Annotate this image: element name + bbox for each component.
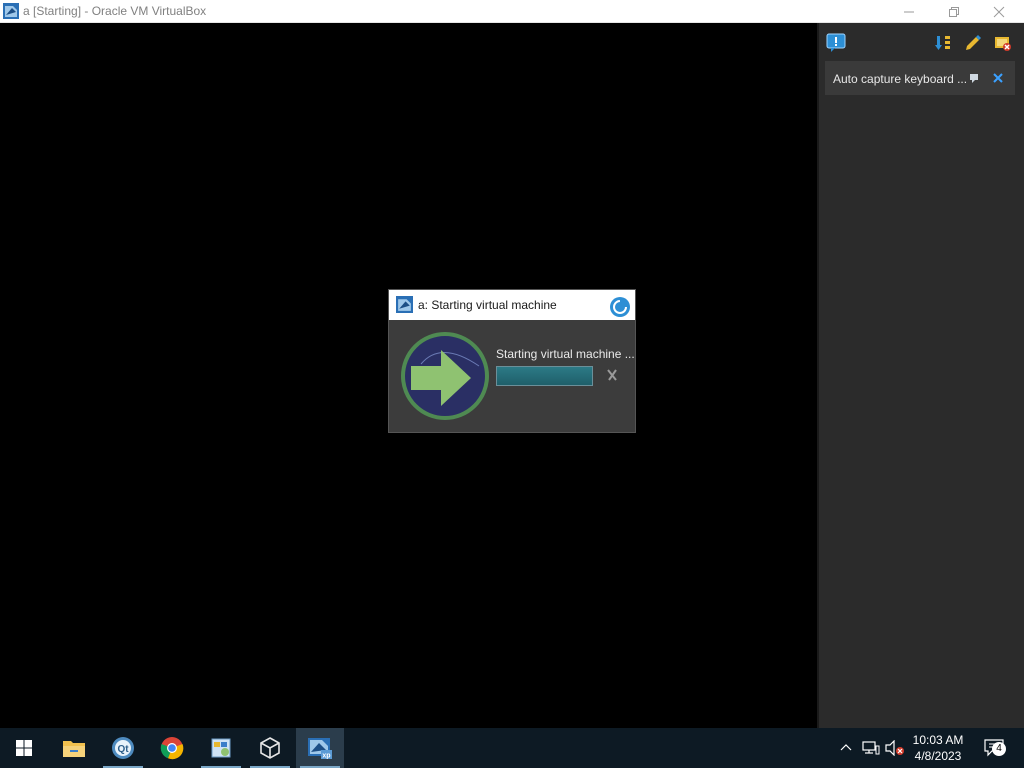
help-icon xyxy=(970,74,978,83)
dialog-titlebar: a: Starting virtual machine xyxy=(389,290,635,320)
clock-date: 4/8/2023 xyxy=(914,749,962,763)
taskbar-file-explorer[interactable] xyxy=(50,728,98,768)
restore-button[interactable] xyxy=(931,0,977,23)
notification-help-button[interactable] xyxy=(968,71,982,85)
virtualbox-vm-icon xyxy=(3,3,19,19)
restore-icon xyxy=(949,6,959,17)
progress-fill xyxy=(497,367,592,385)
virtualbox-vm-icon xyxy=(396,296,413,313)
taskbar-vm-window[interactable]: xp xyxy=(296,728,344,768)
taskbar-paint-app[interactable] xyxy=(197,728,245,768)
virtualbox-icon xyxy=(260,737,280,759)
sort-button[interactable] xyxy=(932,32,954,54)
window-title: a [Starting] - Oracle VM VirtualBox xyxy=(23,4,207,18)
vm-settings-button[interactable] xyxy=(992,32,1014,54)
minimize-button[interactable] xyxy=(886,0,932,23)
starting-vm-dialog: a: Starting virtual machine Starting vir… xyxy=(389,290,635,432)
notification-text: Auto capture keyboard ... xyxy=(833,72,968,86)
windows-logo-icon xyxy=(16,740,32,756)
taskbar: Qt xp 10:03 AM 4/8/2023 4 xyxy=(0,728,1024,768)
chrome-icon xyxy=(160,737,184,760)
taskbar-virtualbox-manager[interactable] xyxy=(246,728,294,768)
vm-settings-icon xyxy=(995,37,1011,51)
notification-close-button[interactable] xyxy=(991,71,1005,85)
qt-icon: Qt xyxy=(112,737,134,759)
network-tray-button[interactable] xyxy=(861,738,881,758)
dialog-body: Starting virtual machine ... xyxy=(389,320,635,432)
window-titlebar: a [Starting] - Oracle VM VirtualBox xyxy=(0,0,1024,23)
folder-icon xyxy=(63,741,85,757)
close-icon xyxy=(993,73,1003,83)
show-hidden-icons-button[interactable] xyxy=(836,738,856,758)
taskbar-qt-app[interactable]: Qt xyxy=(99,728,147,768)
edit-button[interactable] xyxy=(962,32,984,54)
minimize-icon xyxy=(904,11,914,12)
start-arrow-icon xyxy=(401,332,489,420)
notification-count-badge: 4 xyxy=(992,742,1006,756)
dialog-message: Starting virtual machine ... xyxy=(496,347,635,361)
chevron-up-icon xyxy=(840,744,852,751)
clock-time: 10:03 AM xyxy=(912,733,964,747)
paint-icon xyxy=(211,738,231,758)
start-button[interactable] xyxy=(0,728,48,768)
message-icon xyxy=(826,33,846,52)
taskbar-clock[interactable]: 10:03 AM 4/8/2023 xyxy=(906,732,970,764)
network-icon xyxy=(862,741,880,755)
notification-bar: Auto capture keyboard ... xyxy=(825,61,1015,95)
taskbar-chrome[interactable] xyxy=(148,728,196,768)
message-button[interactable] xyxy=(825,32,847,54)
sort-icon xyxy=(935,36,950,50)
volume-muted-icon xyxy=(885,740,904,756)
close-icon xyxy=(993,6,1005,17)
dialog-title: a: Starting virtual machine xyxy=(418,298,557,312)
svg-text:xp: xp xyxy=(322,753,330,760)
volume-tray-button[interactable] xyxy=(885,738,905,758)
busy-spinner-icon xyxy=(610,297,630,317)
xp-vm-icon: xp xyxy=(308,738,332,760)
side-panel: Auto capture keyboard ... xyxy=(817,23,1024,728)
svg-text:Qt: Qt xyxy=(117,744,129,755)
close-button[interactable] xyxy=(976,0,1022,23)
edit-icon xyxy=(966,35,981,50)
progress-bar xyxy=(496,366,593,386)
cancel-x-icon[interactable] xyxy=(604,367,620,383)
